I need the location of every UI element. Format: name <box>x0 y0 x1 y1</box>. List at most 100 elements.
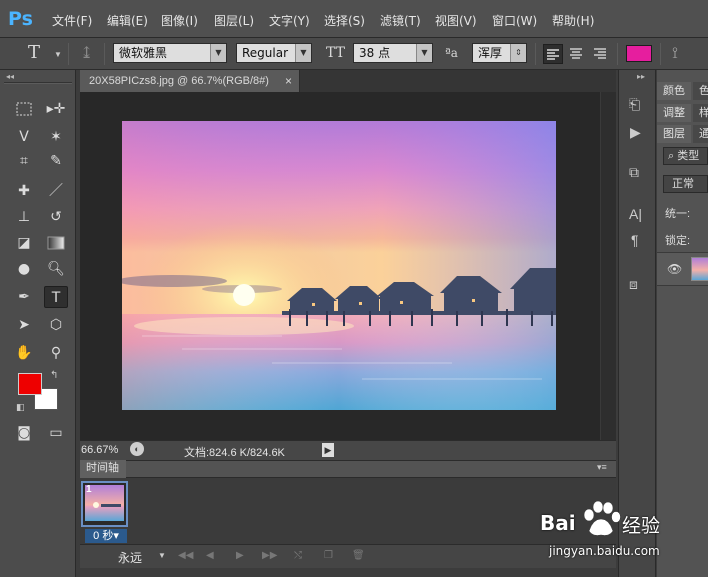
path-selection-icon[interactable]: ➤ <box>12 314 36 336</box>
chevron-down-icon: ▼ <box>210 44 226 62</box>
frame-delay-select[interactable]: 0 秒▾ <box>85 529 127 543</box>
pen-icon[interactable]: ✒ <box>12 286 36 308</box>
eye-icon[interactable]: 👁︎ <box>667 262 682 276</box>
align-center-button[interactable] <box>567 44 587 64</box>
text-orientation-icon[interactable]: ↨ <box>80 44 93 62</box>
tab-adjustments[interactable]: 调整 <box>657 104 691 122</box>
menu-view[interactable]: 视图(V) <box>435 12 477 29</box>
menu-help[interactable]: 帮助(H) <box>552 12 594 29</box>
lasso-icon[interactable]: ᐯ <box>12 126 36 148</box>
close-icon[interactable]: × <box>285 70 297 92</box>
eraser-icon[interactable]: ◪ <box>12 232 36 254</box>
menu-layer[interactable]: 图层(L) <box>214 12 254 29</box>
character-icon[interactable]: A| <box>629 206 642 222</box>
menu-edit[interactable]: 编辑(E) <box>107 12 148 29</box>
actions-play-icon[interactable]: ▶ <box>630 124 641 141</box>
status-menu-arrow-icon[interactable]: ▶ <box>322 443 334 457</box>
loop-select[interactable]: 永远 <box>118 549 142 566</box>
font-family-select[interactable]: 微软雅黑 ▼ <box>113 43 227 63</box>
align-left-icon <box>547 49 559 60</box>
document-image[interactable] <box>122 121 556 410</box>
timeline-tab[interactable]: 时间轴 <box>80 460 126 478</box>
tab-channels[interactable]: 通 <box>693 125 708 143</box>
foreground-color-swatch[interactable] <box>18 373 42 395</box>
menu-window[interactable]: 窗口(W) <box>492 12 537 29</box>
marquee-icon[interactable] <box>12 98 36 120</box>
crop-icon[interactable]: ⌗ <box>12 150 36 172</box>
default-colors-icon[interactable]: ◧ <box>16 402 25 413</box>
baidu-paw-logo <box>583 500 621 536</box>
antialias-select[interactable]: 浑厚 ⇕ <box>472 43 527 63</box>
tab-swatches[interactable]: 色 <box>693 82 708 100</box>
font-size-select[interactable]: 38 点 ▼ <box>353 43 433 63</box>
chevron-down-icon[interactable]: ▼ <box>54 50 62 59</box>
tab-styles[interactable]: 样 <box>693 104 708 122</box>
healing-brush-icon[interactable]: ✚ <box>12 180 36 202</box>
antialias-icon: ªa <box>445 46 458 60</box>
blur-icon[interactable]: ● <box>12 258 36 280</box>
timeline-controls: 永远 ▼ ◀◀ ◀ ▶ ▶▶ ⤭ ❐ 🗑︎ <box>80 544 616 568</box>
options-bar: T ▼ ↨ 微软雅黑 ▼ Regular ▼ TT 38 点 ▼ ªa 浑厚 ⇕ ⟟ <box>0 38 708 70</box>
zoom-level[interactable]: 66.67% <box>81 444 118 456</box>
menu-select[interactable]: 选择(S) <box>324 12 365 29</box>
document-tab[interactable]: 20X58PICzs8.jpg @ 66.7%(RGB/8#) <box>80 70 300 92</box>
gradient-icon[interactable] <box>44 232 68 254</box>
zoom-icon[interactable]: ⚲ <box>44 342 68 364</box>
align-right-button[interactable] <box>591 44 611 64</box>
dodge-icon[interactable]: 🔍︎ <box>44 258 68 280</box>
tab-color[interactable]: 颜色 <box>657 82 691 100</box>
chevron-down-icon: ▼ <box>416 44 432 62</box>
hand-icon[interactable]: ✋ <box>12 342 36 364</box>
clone-stamp-icon[interactable]: ⊥ <box>12 206 36 228</box>
move-icon[interactable]: ▸✛ <box>44 98 68 120</box>
chevron-updown-icon: ⇕ <box>510 44 526 62</box>
previous-frame-icon[interactable]: ◀ <box>206 550 214 561</box>
menu-filter[interactable]: 滤镜(T) <box>380 12 421 29</box>
clone-source-icon[interactable]: ⧈ <box>629 276 638 293</box>
type-icon[interactable]: T <box>44 286 68 308</box>
watermark-text: 经验 <box>622 515 661 537</box>
3d-icon[interactable]: ⧉ <box>629 164 639 181</box>
vertical-scrollbar[interactable] <box>600 92 616 440</box>
watermark-brand: Bai <box>540 511 576 535</box>
warp-text-icon[interactable]: ⟟ <box>672 44 678 62</box>
history-brush-icon[interactable]: ↺ <box>44 206 68 228</box>
align-left-button[interactable] <box>543 44 563 64</box>
screen-mode-icon[interactable]: ▭ <box>44 422 68 444</box>
shape-icon[interactable]: ⬡ <box>44 314 68 336</box>
frame-number: 1 <box>86 484 92 495</box>
font-style-select[interactable]: Regular ▼ <box>236 43 312 63</box>
brush-icon[interactable]: ／ <box>44 180 68 202</box>
tween-icon[interactable]: ⤭ <box>294 550 302 561</box>
expand-panels-icon[interactable]: ▸▸ <box>637 72 645 81</box>
text-color-swatch[interactable] <box>626 45 652 62</box>
play-icon[interactable]: ▶ <box>236 550 244 561</box>
collapse-icon[interactable]: ◂◂ <box>6 72 14 81</box>
history-icon[interactable]: ⎗ <box>629 96 640 113</box>
unify-label: 统一: <box>665 208 691 220</box>
chevron-down-icon[interactable]: ▼ <box>158 551 166 560</box>
tools-panel: ◂◂ ▸✛ ᐯ ✶ ⌗ ✎ ✚ ／ ⊥ ↺ ◪ ● 🔍︎ ✒ T ➤ ⬡ ✋ ⚲… <box>0 70 76 577</box>
lock-label: 锁定: <box>665 235 691 247</box>
paragraph-icon[interactable]: ¶ <box>631 232 639 248</box>
blend-mode-select[interactable]: 正常 <box>663 175 708 193</box>
menu-type[interactable]: 文字(Y) <box>269 12 310 29</box>
type-tool-preset-icon[interactable]: T <box>28 44 40 62</box>
layer-filter-select[interactable]: ⌕ 类型 <box>663 147 708 165</box>
menu-image[interactable]: 图像(I) <box>161 12 198 29</box>
status-info-icon[interactable]: ◐ <box>130 442 144 456</box>
status-bar: 66.67% ◐ 文档:824.6 K/824.6K ▶ <box>80 440 616 460</box>
delete-frame-icon[interactable]: 🗑︎ <box>352 550 365 561</box>
swap-colors-icon[interactable]: ↰ <box>50 370 58 381</box>
quick-mask-icon[interactable]: ◙ <box>12 422 36 444</box>
document-size: 文档:824.6 K/824.6K <box>184 447 285 459</box>
tab-layers[interactable]: 图层 <box>657 125 691 143</box>
duplicate-frame-icon[interactable]: ❐ <box>324 550 333 561</box>
panel-menu-icon[interactable]: ▾≡ <box>597 462 607 473</box>
layer-row[interactable]: 👁︎ <box>657 252 708 286</box>
next-frame-icon[interactable]: ▶▶ <box>262 550 277 561</box>
eyedropper-icon[interactable]: ✎ <box>44 150 68 172</box>
magic-wand-icon[interactable]: ✶ <box>44 126 68 148</box>
first-frame-icon[interactable]: ◀◀ <box>178 550 193 561</box>
menu-file[interactable]: 文件(F) <box>52 12 92 29</box>
